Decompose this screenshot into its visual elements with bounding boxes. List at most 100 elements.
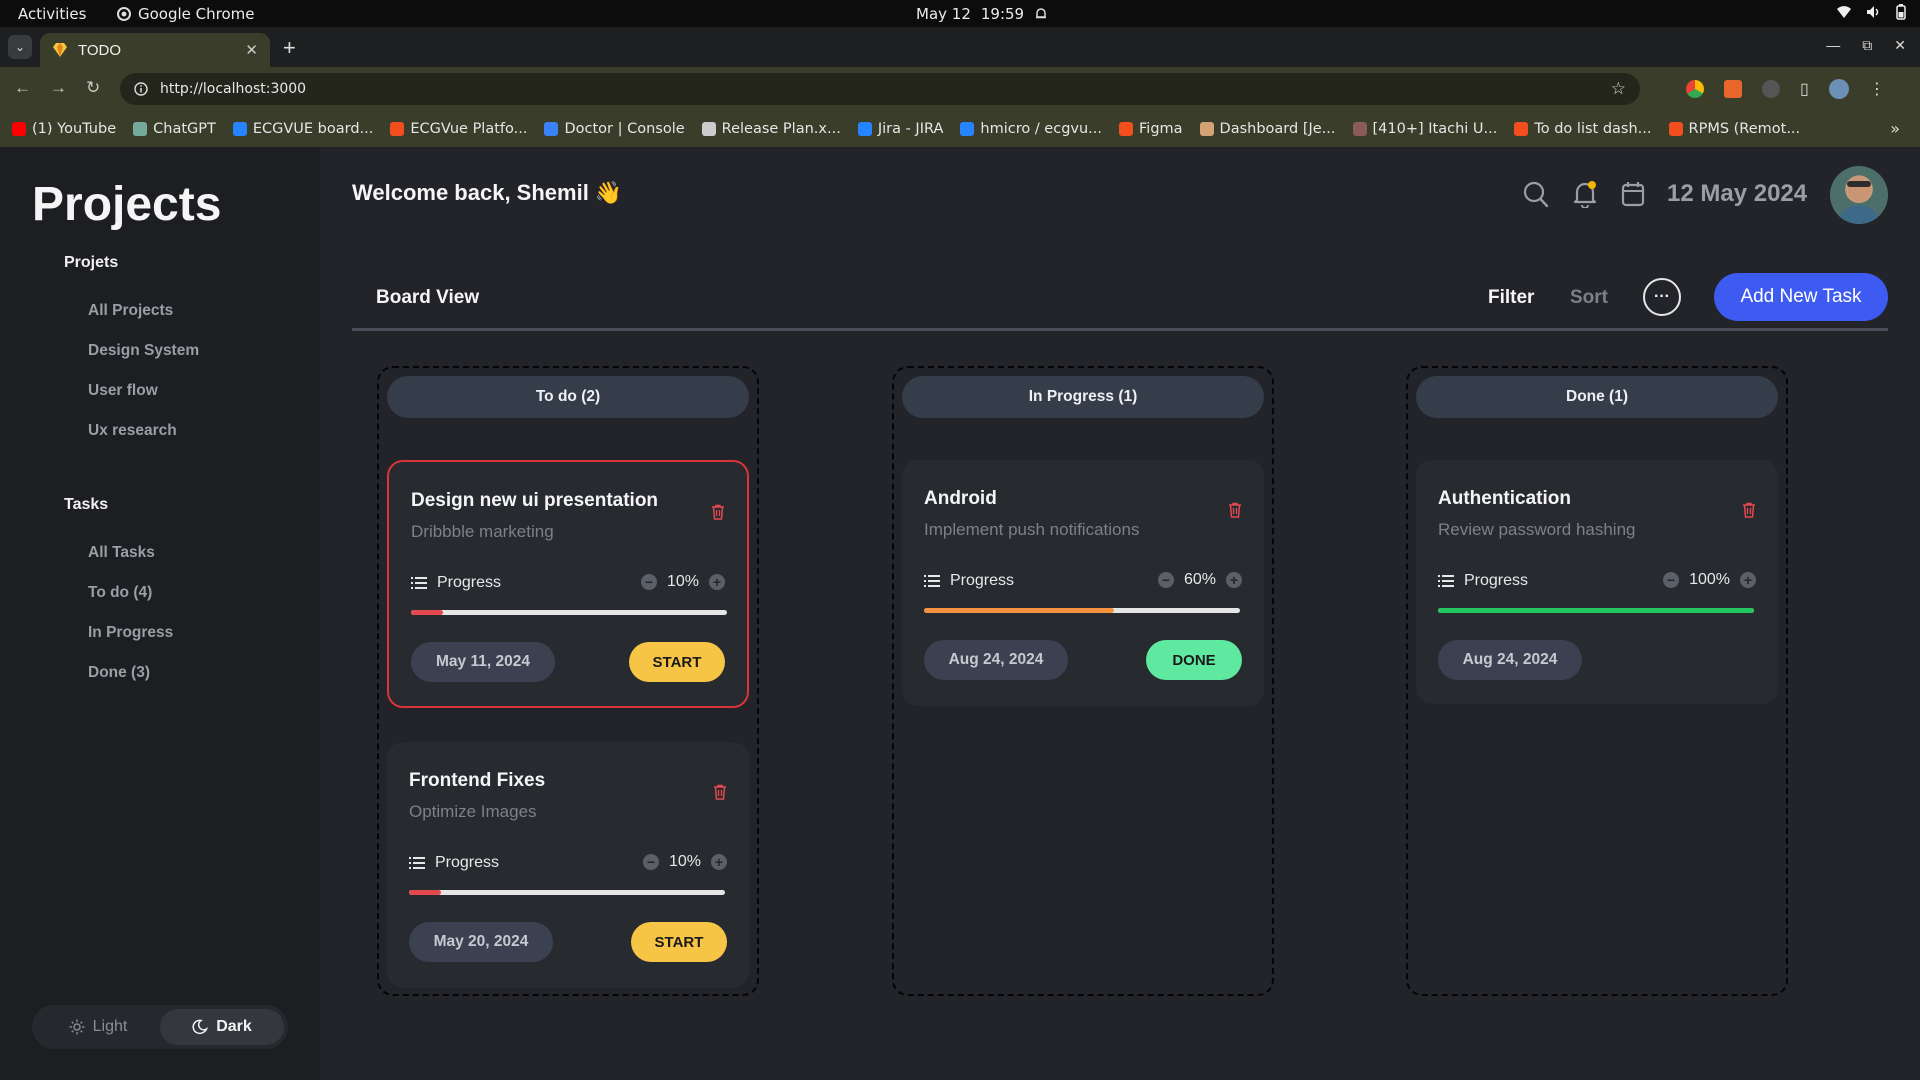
task-card[interactable]: Android Implement push notifications Pro… bbox=[902, 460, 1264, 706]
progress-stepper: − 10% + bbox=[642, 853, 727, 871]
extension-icon[interactable] bbox=[1762, 80, 1780, 98]
bookmark-item[interactable]: Dashboard [Je... bbox=[1199, 121, 1336, 137]
minus-icon[interactable]: − bbox=[640, 574, 657, 590]
bookmark-item[interactable]: ECGVUE board... bbox=[232, 121, 373, 137]
bookmark-item[interactable]: To do list dash... bbox=[1514, 121, 1652, 137]
bookmark-favicon-icon bbox=[1352, 122, 1367, 136]
trash-icon[interactable] bbox=[711, 504, 725, 520]
bookmark-label: ECGVue Platfo... bbox=[410, 121, 528, 137]
bookmark-item[interactable]: Jira - JIRA bbox=[857, 121, 943, 137]
theme-dark-button[interactable]: Dark bbox=[160, 1009, 284, 1045]
progress-label: Progress bbox=[411, 574, 501, 592]
trash-icon[interactable] bbox=[1742, 502, 1756, 518]
minus-icon[interactable]: − bbox=[1663, 572, 1680, 588]
reload-icon[interactable]: ↻ bbox=[86, 78, 100, 98]
board-view-title[interactable]: Board View bbox=[376, 287, 479, 309]
start-button[interactable]: START bbox=[631, 922, 727, 962]
progress-bar-fill bbox=[409, 890, 441, 895]
chrome-icon bbox=[117, 7, 131, 21]
window-close-icon[interactable]: ✕ bbox=[1894, 37, 1906, 54]
sidebar-item-design-system[interactable]: Design System bbox=[88, 342, 199, 360]
bookmark-item[interactable]: RPMS (Remot... bbox=[1668, 121, 1801, 137]
start-button[interactable]: START bbox=[629, 642, 725, 682]
puzzle-icon[interactable]: ▯ bbox=[1800, 79, 1809, 99]
bookmark-favicon-icon bbox=[544, 122, 559, 136]
sidebar-item-todo[interactable]: To do (4) bbox=[88, 584, 152, 602]
sidebar-item-ux-research[interactable]: Ux research bbox=[88, 422, 177, 440]
task-title: Authentication bbox=[1438, 488, 1571, 509]
sidebar-tasks-heading[interactable]: Tasks bbox=[64, 496, 108, 514]
bookmark-item[interactable]: ECGVue Platfo... bbox=[390, 121, 527, 137]
bookmark-item[interactable]: Doctor | Console bbox=[544, 121, 685, 137]
forward-arrow-icon[interactable]: → bbox=[50, 78, 67, 98]
progress-label: Progress bbox=[924, 572, 1014, 590]
sidebar-item-all-tasks[interactable]: All Tasks bbox=[88, 544, 155, 562]
task-card[interactable]: Authentication Review password hashing P… bbox=[1416, 460, 1778, 704]
bookmark-item[interactable]: [410+] Itachi U... bbox=[1352, 121, 1498, 137]
ellipsis-icon: ··· bbox=[1654, 288, 1670, 305]
minus-icon[interactable]: − bbox=[1157, 572, 1174, 588]
tab-search-button[interactable]: ⌄ bbox=[8, 35, 32, 59]
user-avatar[interactable] bbox=[1830, 166, 1888, 224]
trash-icon[interactable] bbox=[1228, 502, 1242, 518]
extension-icon[interactable] bbox=[1686, 80, 1704, 98]
list-icon bbox=[924, 575, 940, 587]
plus-icon[interactable]: + bbox=[711, 854, 727, 870]
activities-button[interactable]: Activities bbox=[18, 5, 86, 23]
calendar-icon[interactable] bbox=[1621, 180, 1645, 208]
new-tab-button[interactable]: + bbox=[283, 35, 296, 61]
bookmark-label: RPMS (Remot... bbox=[1688, 121, 1801, 137]
minus-icon[interactable]: − bbox=[642, 854, 659, 870]
bookmark-item[interactable]: (1) YouTube bbox=[12, 121, 116, 137]
bookmark-favicon-icon bbox=[12, 122, 26, 136]
plus-icon[interactable]: + bbox=[1740, 572, 1756, 588]
back-arrow-icon[interactable]: ← bbox=[14, 78, 31, 98]
kebab-menu-icon[interactable]: ⋮ bbox=[1869, 79, 1885, 99]
plus-icon[interactable]: + bbox=[1226, 572, 1242, 588]
bookmark-item[interactable]: ChatGPT bbox=[133, 121, 216, 137]
bookmark-label: [410+] Itachi U... bbox=[1372, 121, 1498, 137]
restore-icon[interactable]: ⧉ bbox=[1862, 37, 1872, 54]
add-new-task-button[interactable]: Add New Task bbox=[1714, 273, 1888, 321]
sidebar-projects-heading[interactable]: Projets bbox=[64, 254, 118, 272]
volume-icon bbox=[1867, 6, 1879, 18]
bell-icon[interactable] bbox=[1572, 180, 1598, 208]
due-date: May 11, 2024 bbox=[411, 642, 555, 682]
sidebar-item-user-flow[interactable]: User flow bbox=[88, 382, 158, 400]
active-app[interactable]: Google Chrome bbox=[117, 5, 255, 23]
done-button[interactable]: DONE bbox=[1146, 640, 1242, 680]
close-icon[interactable]: ✕ bbox=[245, 41, 258, 59]
clock[interactable]: May 12 19:59 bbox=[916, 5, 1048, 23]
bookmark-item[interactable]: hmicro / ecgvu... bbox=[960, 121, 1102, 137]
bookmarks-bar: (1) YouTube ChatGPT ECGVUE board... ECGVue … bbox=[0, 111, 1920, 147]
plus-icon[interactable]: + bbox=[709, 574, 725, 590]
minimize-icon[interactable]: — bbox=[1826, 37, 1840, 54]
due-date: May 20, 2024 bbox=[409, 922, 553, 962]
bookmark-item[interactable]: Release Plan.x... bbox=[701, 121, 841, 137]
trash-icon[interactable] bbox=[713, 784, 727, 800]
progress-bar-fill bbox=[1438, 608, 1754, 613]
sidebar-item-done[interactable]: Done (3) bbox=[88, 664, 150, 682]
theme-light-button[interactable]: Light bbox=[36, 1009, 160, 1045]
address-bar[interactable]: http://localhost:3000 ☆ bbox=[120, 73, 1640, 105]
extension-icon[interactable] bbox=[1724, 80, 1742, 98]
filter-button[interactable]: Filter bbox=[1488, 287, 1534, 309]
theme-dark-label: Dark bbox=[216, 1018, 252, 1035]
sort-button[interactable]: Sort bbox=[1570, 287, 1608, 309]
bookmark-favicon-icon bbox=[857, 122, 872, 136]
bookmark-label: Release Plan.x... bbox=[721, 121, 841, 137]
board-divider bbox=[352, 328, 1888, 331]
more-options-button[interactable]: ··· bbox=[1643, 278, 1681, 316]
bookmark-item[interactable]: Figma bbox=[1119, 121, 1183, 137]
search-icon[interactable] bbox=[1523, 180, 1549, 208]
system-tray[interactable] bbox=[1836, 4, 1906, 20]
bookmarks-overflow-icon[interactable]: » bbox=[1890, 119, 1900, 138]
progress-percent: 10% bbox=[668, 853, 701, 870]
profile-avatar[interactable] bbox=[1828, 79, 1849, 99]
browser-tab[interactable]: TODO ✕ bbox=[40, 33, 270, 67]
bookmark-star-icon[interactable]: ☆ bbox=[1611, 79, 1626, 99]
task-card[interactable]: Design new ui presentation Dribbble mark… bbox=[387, 460, 749, 708]
sidebar-item-in-progress[interactable]: In Progress bbox=[88, 624, 173, 642]
task-card[interactable]: Frontend Fixes Optimize Images Progress … bbox=[387, 742, 749, 988]
sidebar-item-all-projects[interactable]: All Projects bbox=[88, 302, 173, 320]
